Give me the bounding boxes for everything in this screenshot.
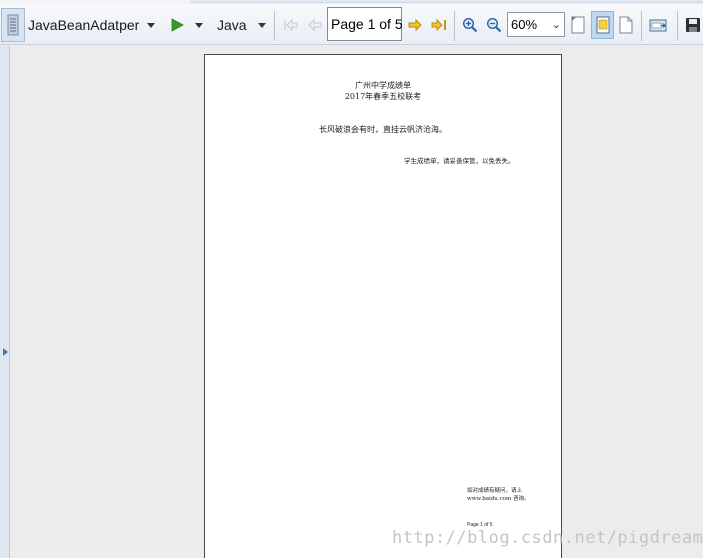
export-button[interactable] (646, 13, 670, 37)
collapsed-side-panel[interactable] (0, 46, 10, 558)
datasource-dropdown-button[interactable] (144, 15, 158, 35)
page-indicator-field[interactable]: Page 1 of 5 (327, 7, 403, 41)
zoom-in-icon (462, 17, 478, 33)
separator (454, 11, 455, 41)
chevron-down-icon (195, 22, 203, 28)
separator (274, 11, 275, 41)
report-page: 广州中学成绩单 2017年春季五校联考 长风破浪会有时，直挂云帆济沧海。 学生成… (204, 54, 562, 558)
save-button[interactable] (682, 13, 703, 37)
watermark-text: http://blog.csdn.net/pigdreams (392, 528, 703, 548)
separator (677, 11, 678, 41)
previous-page-icon (308, 18, 322, 32)
previous-page-button[interactable] (304, 14, 326, 36)
last-page-icon (431, 18, 446, 32)
zoom-out-icon (486, 17, 502, 33)
actual-size-icon (596, 16, 609, 34)
fit-page-icon (571, 16, 585, 34)
next-page-icon (408, 18, 422, 32)
report-title: 广州中学成绩单 (355, 81, 411, 90)
zoom-out-button[interactable] (483, 14, 505, 36)
report-quote: 长风破浪会有时，直挂云帆济沧海。 (319, 125, 447, 134)
preview-toolbar: JavaBeanAdatper Java Page 1 of 5 60% ⌄ (0, 5, 703, 45)
sidebar-toggle-icon (7, 14, 19, 36)
chevron-down-icon: ⌄ (551, 19, 561, 31)
report-footer-line2: www.baidu.com 咨询。 (467, 496, 530, 502)
report-subtitle: 2017年春季五校联考 (344, 92, 422, 101)
expand-arrow-icon[interactable] (3, 348, 8, 356)
chevron-down-icon (258, 22, 266, 28)
run-icon (171, 18, 184, 32)
last-page-button[interactable] (428, 14, 450, 36)
actual-size-button[interactable] (591, 11, 614, 39)
zoom-select[interactable]: 60% ⌄ (507, 12, 565, 37)
chevron-down-icon (147, 22, 155, 28)
editor-tab-edge (190, 0, 703, 3)
first-page-button[interactable] (280, 14, 302, 36)
run-dropdown-button[interactable] (192, 15, 206, 35)
fit-width-button[interactable] (615, 13, 637, 37)
language-dropdown-button[interactable] (255, 15, 269, 35)
save-icon (685, 18, 700, 32)
export-icon (649, 19, 667, 32)
zoom-in-button[interactable] (459, 14, 481, 36)
run-button[interactable] (166, 13, 188, 37)
report-footer-line1: 如对成绩有疑问，请上 (467, 488, 523, 494)
report-notice: 学生成绩单，请妥善保管，以免丢失。 (404, 157, 515, 165)
language-label[interactable]: Java (217, 14, 247, 36)
fit-page-button[interactable] (567, 13, 589, 37)
separator (641, 11, 642, 41)
next-page-button[interactable] (404, 14, 426, 36)
first-page-icon (284, 18, 298, 32)
fit-width-icon (619, 16, 633, 34)
zoom-value: 60% (511, 17, 538, 32)
sidebar-toggle-button[interactable] (1, 8, 25, 42)
datasource-label[interactable]: JavaBeanAdatper (28, 14, 139, 36)
